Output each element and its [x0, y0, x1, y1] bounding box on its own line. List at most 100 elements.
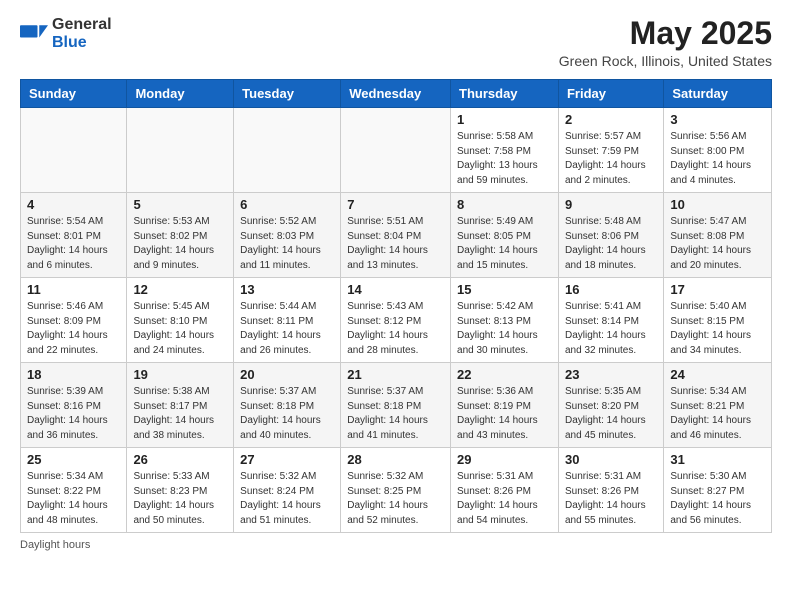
col-header-saturday: Saturday — [664, 80, 772, 108]
calendar-cell: 23 Sunrise: 5:35 AM Sunset: 8:20 PM Dayli… — [558, 363, 663, 448]
calendar-cell — [234, 108, 341, 193]
calendar-cell: 25 Sunrise: 5:34 AM Sunset: 8:22 PM Dayli… — [21, 448, 127, 533]
day-number: 14 — [347, 282, 444, 297]
day-info: Sunrise: 5:34 AM Sunset: 8:22 PM Dayligh… — [27, 470, 120, 528]
calendar-cell: 16Sunrise: 5:41 AM Sunset: 8:14 PM Dayli… — [558, 278, 663, 363]
calendar-cell: 29Sunrise: 5:31 AM Sunset: 8:26 PM Dayli… — [451, 448, 559, 533]
calendar-cell: 21 Sunrise: 5:37 AM Sunset: 8:18 PM Dayli… — [341, 363, 451, 448]
day-info: Sunrise: 5:34 AM Sunset: 8:21 PM Dayligh… — [670, 385, 765, 443]
day-number: 20 — [240, 367, 334, 382]
day-number: 19 — [133, 367, 227, 382]
day-number: 1 — [457, 112, 552, 127]
calendar-cell: 31 Sunrise: 5:30 AM Sunset: 8:27 PM Dayli… — [664, 448, 772, 533]
calendar-cell: 17Sunrise: 5:40 AM Sunset: 8:15 PM Dayli… — [664, 278, 772, 363]
day-number: 27 — [240, 452, 334, 467]
calendar-week-4: 18Sunrise: 5:39 AM Sunset: 8:16 PM Dayli… — [21, 363, 772, 448]
day-number: 17 — [670, 282, 765, 297]
day-number: 18 — [27, 367, 120, 382]
calendar-cell: 19 Sunrise: 5:38 AM Sunset: 8:17 PM Dayli… — [127, 363, 234, 448]
logo-general: General — [52, 16, 112, 33]
day-info: Sunrise: 5:35 AM Sunset: 8:20 PM Dayligh… — [565, 385, 657, 443]
day-info: Sunrise: 5:37 AM Sunset: 8:18 PM Dayligh… — [240, 385, 334, 443]
day-number: 9 — [565, 197, 657, 212]
calendar-cell: 22 Sunrise: 5:36 AM Sunset: 8:19 PM Dayli… — [451, 363, 559, 448]
day-info: Sunrise: 5:47 AM Sunset: 8:08 PM Dayligh… — [670, 215, 765, 273]
calendar-cell: 10 Sunrise: 5:47 AM Sunset: 8:08 PM Dayli… — [664, 193, 772, 278]
day-info: Sunrise: 5:31 AM Sunset: 8:26 PM Dayligh… — [565, 470, 657, 528]
calendar-cell: 3 Sunrise: 5:56 AM Sunset: 8:00 PM Daylig… — [664, 108, 772, 193]
day-info: Sunrise: 5:44 AM Sunset: 8:11 PM Dayligh… — [240, 300, 334, 358]
page: General Blue May 2025 Green Rock, Illino… — [0, 0, 792, 612]
day-number: 15 — [457, 282, 552, 297]
day-info: Sunrise: 5:31 AM Sunset: 8:26 PM Dayligh… — [457, 470, 552, 528]
calendar-cell: 27 Sunrise: 5:32 AM Sunset: 8:24 PM Dayli… — [234, 448, 341, 533]
calendar-cell: 1Sunrise: 5:58 AM Sunset: 7:58 PM Daylig… — [451, 108, 559, 193]
day-number: 8 — [457, 197, 552, 212]
day-number: 2 — [565, 112, 657, 127]
day-info: Sunrise: 5:38 AM Sunset: 8:17 PM Dayligh… — [133, 385, 227, 443]
calendar-cell — [341, 108, 451, 193]
day-info: Sunrise: 5:51 AM Sunset: 8:04 PM Dayligh… — [347, 215, 444, 273]
calendar-header-row: SundayMondayTuesdayWednesdayThursdayFrid… — [21, 80, 772, 108]
day-number: 5 — [133, 197, 227, 212]
col-header-friday: Friday — [558, 80, 663, 108]
day-info: Sunrise: 5:32 AM Sunset: 8:24 PM Dayligh… — [240, 470, 334, 528]
day-info: Sunrise: 5:43 AM Sunset: 8:12 PM Dayligh… — [347, 300, 444, 358]
calendar-table: SundayMondayTuesdayWednesdayThursdayFrid… — [20, 79, 772, 533]
day-info: Sunrise: 5:36 AM Sunset: 8:19 PM Dayligh… — [457, 385, 552, 443]
day-info: Sunrise: 5:54 AM Sunset: 8:01 PM Dayligh… — [27, 215, 120, 273]
calendar-week-3: 11 Sunrise: 5:46 AM Sunset: 8:09 PM Dayli… — [21, 278, 772, 363]
day-number: 13 — [240, 282, 334, 297]
calendar-cell: 20 Sunrise: 5:37 AM Sunset: 8:18 PM Dayli… — [234, 363, 341, 448]
calendar-cell: 28 Sunrise: 5:32 AM Sunset: 8:25 PM Dayli… — [341, 448, 451, 533]
calendar-week-1: 1Sunrise: 5:58 AM Sunset: 7:58 PM Daylig… — [21, 108, 772, 193]
day-info: Sunrise: 5:49 AM Sunset: 8:05 PM Dayligh… — [457, 215, 552, 273]
day-number: 22 — [457, 367, 552, 382]
day-info: Sunrise: 5:45 AM Sunset: 8:10 PM Dayligh… — [133, 300, 227, 358]
day-number: 3 — [670, 112, 765, 127]
calendar-cell — [127, 108, 234, 193]
col-header-monday: Monday — [127, 80, 234, 108]
day-number: 16 — [565, 282, 657, 297]
col-header-thursday: Thursday — [451, 80, 559, 108]
calendar-cell — [21, 108, 127, 193]
day-number: 31 — [670, 452, 765, 467]
day-number: 6 — [240, 197, 334, 212]
day-number: 21 — [347, 367, 444, 382]
calendar-cell: 2 Sunrise: 5:57 AM Sunset: 7:59 PM Daylig… — [558, 108, 663, 193]
calendar-cell: 14 Sunrise: 5:43 AM Sunset: 8:12 PM Dayli… — [341, 278, 451, 363]
col-header-wednesday: Wednesday — [341, 80, 451, 108]
calendar-cell: 5Sunrise: 5:53 AM Sunset: 8:02 PM Daylig… — [127, 193, 234, 278]
logo-text: General Blue — [52, 16, 112, 51]
day-number: 11 — [27, 282, 120, 297]
day-number: 26 — [133, 452, 227, 467]
calendar-cell: 24 Sunrise: 5:34 AM Sunset: 8:21 PM Dayli… — [664, 363, 772, 448]
day-info: Sunrise: 5:42 AM Sunset: 8:13 PM Dayligh… — [457, 300, 552, 358]
day-info: Sunrise: 5:32 AM Sunset: 8:25 PM Dayligh… — [347, 470, 444, 528]
daylight-label: Daylight hours — [20, 539, 90, 551]
calendar-cell: 4Sunrise: 5:54 AM Sunset: 8:01 PM Daylig… — [21, 193, 127, 278]
day-info: Sunrise: 5:30 AM Sunset: 8:27 PM Dayligh… — [670, 470, 765, 528]
calendar-cell: 26Sunrise: 5:33 AM Sunset: 8:23 PM Dayli… — [127, 448, 234, 533]
calendar-cell: 13 Sunrise: 5:44 AM Sunset: 8:11 PM Dayli… — [234, 278, 341, 363]
day-number: 30 — [565, 452, 657, 467]
logo: General Blue — [20, 16, 112, 51]
calendar-cell: 7 Sunrise: 5:51 AM Sunset: 8:04 PM Daylig… — [341, 193, 451, 278]
header: General Blue May 2025 Green Rock, Illino… — [20, 16, 772, 69]
day-info: Sunrise: 5:57 AM Sunset: 7:59 PM Dayligh… — [565, 130, 657, 188]
month-title: May 2025 — [559, 16, 772, 51]
day-number: 10 — [670, 197, 765, 212]
day-info: Sunrise: 5:48 AM Sunset: 8:06 PM Dayligh… — [565, 215, 657, 273]
day-number: 24 — [670, 367, 765, 382]
col-header-sunday: Sunday — [21, 80, 127, 108]
day-info: Sunrise: 5:56 AM Sunset: 8:00 PM Dayligh… — [670, 130, 765, 188]
day-info: Sunrise: 5:37 AM Sunset: 8:18 PM Dayligh… — [347, 385, 444, 443]
day-number: 12 — [133, 282, 227, 297]
day-number: 7 — [347, 197, 444, 212]
calendar-cell: 18Sunrise: 5:39 AM Sunset: 8:16 PM Dayli… — [21, 363, 127, 448]
calendar-cell: 15 Sunrise: 5:42 AM Sunset: 8:13 PM Dayli… — [451, 278, 559, 363]
day-number: 25 — [27, 452, 120, 467]
day-number: 28 — [347, 452, 444, 467]
day-number: 23 — [565, 367, 657, 382]
day-info: Sunrise: 5:46 AM Sunset: 8:09 PM Dayligh… — [27, 300, 120, 358]
